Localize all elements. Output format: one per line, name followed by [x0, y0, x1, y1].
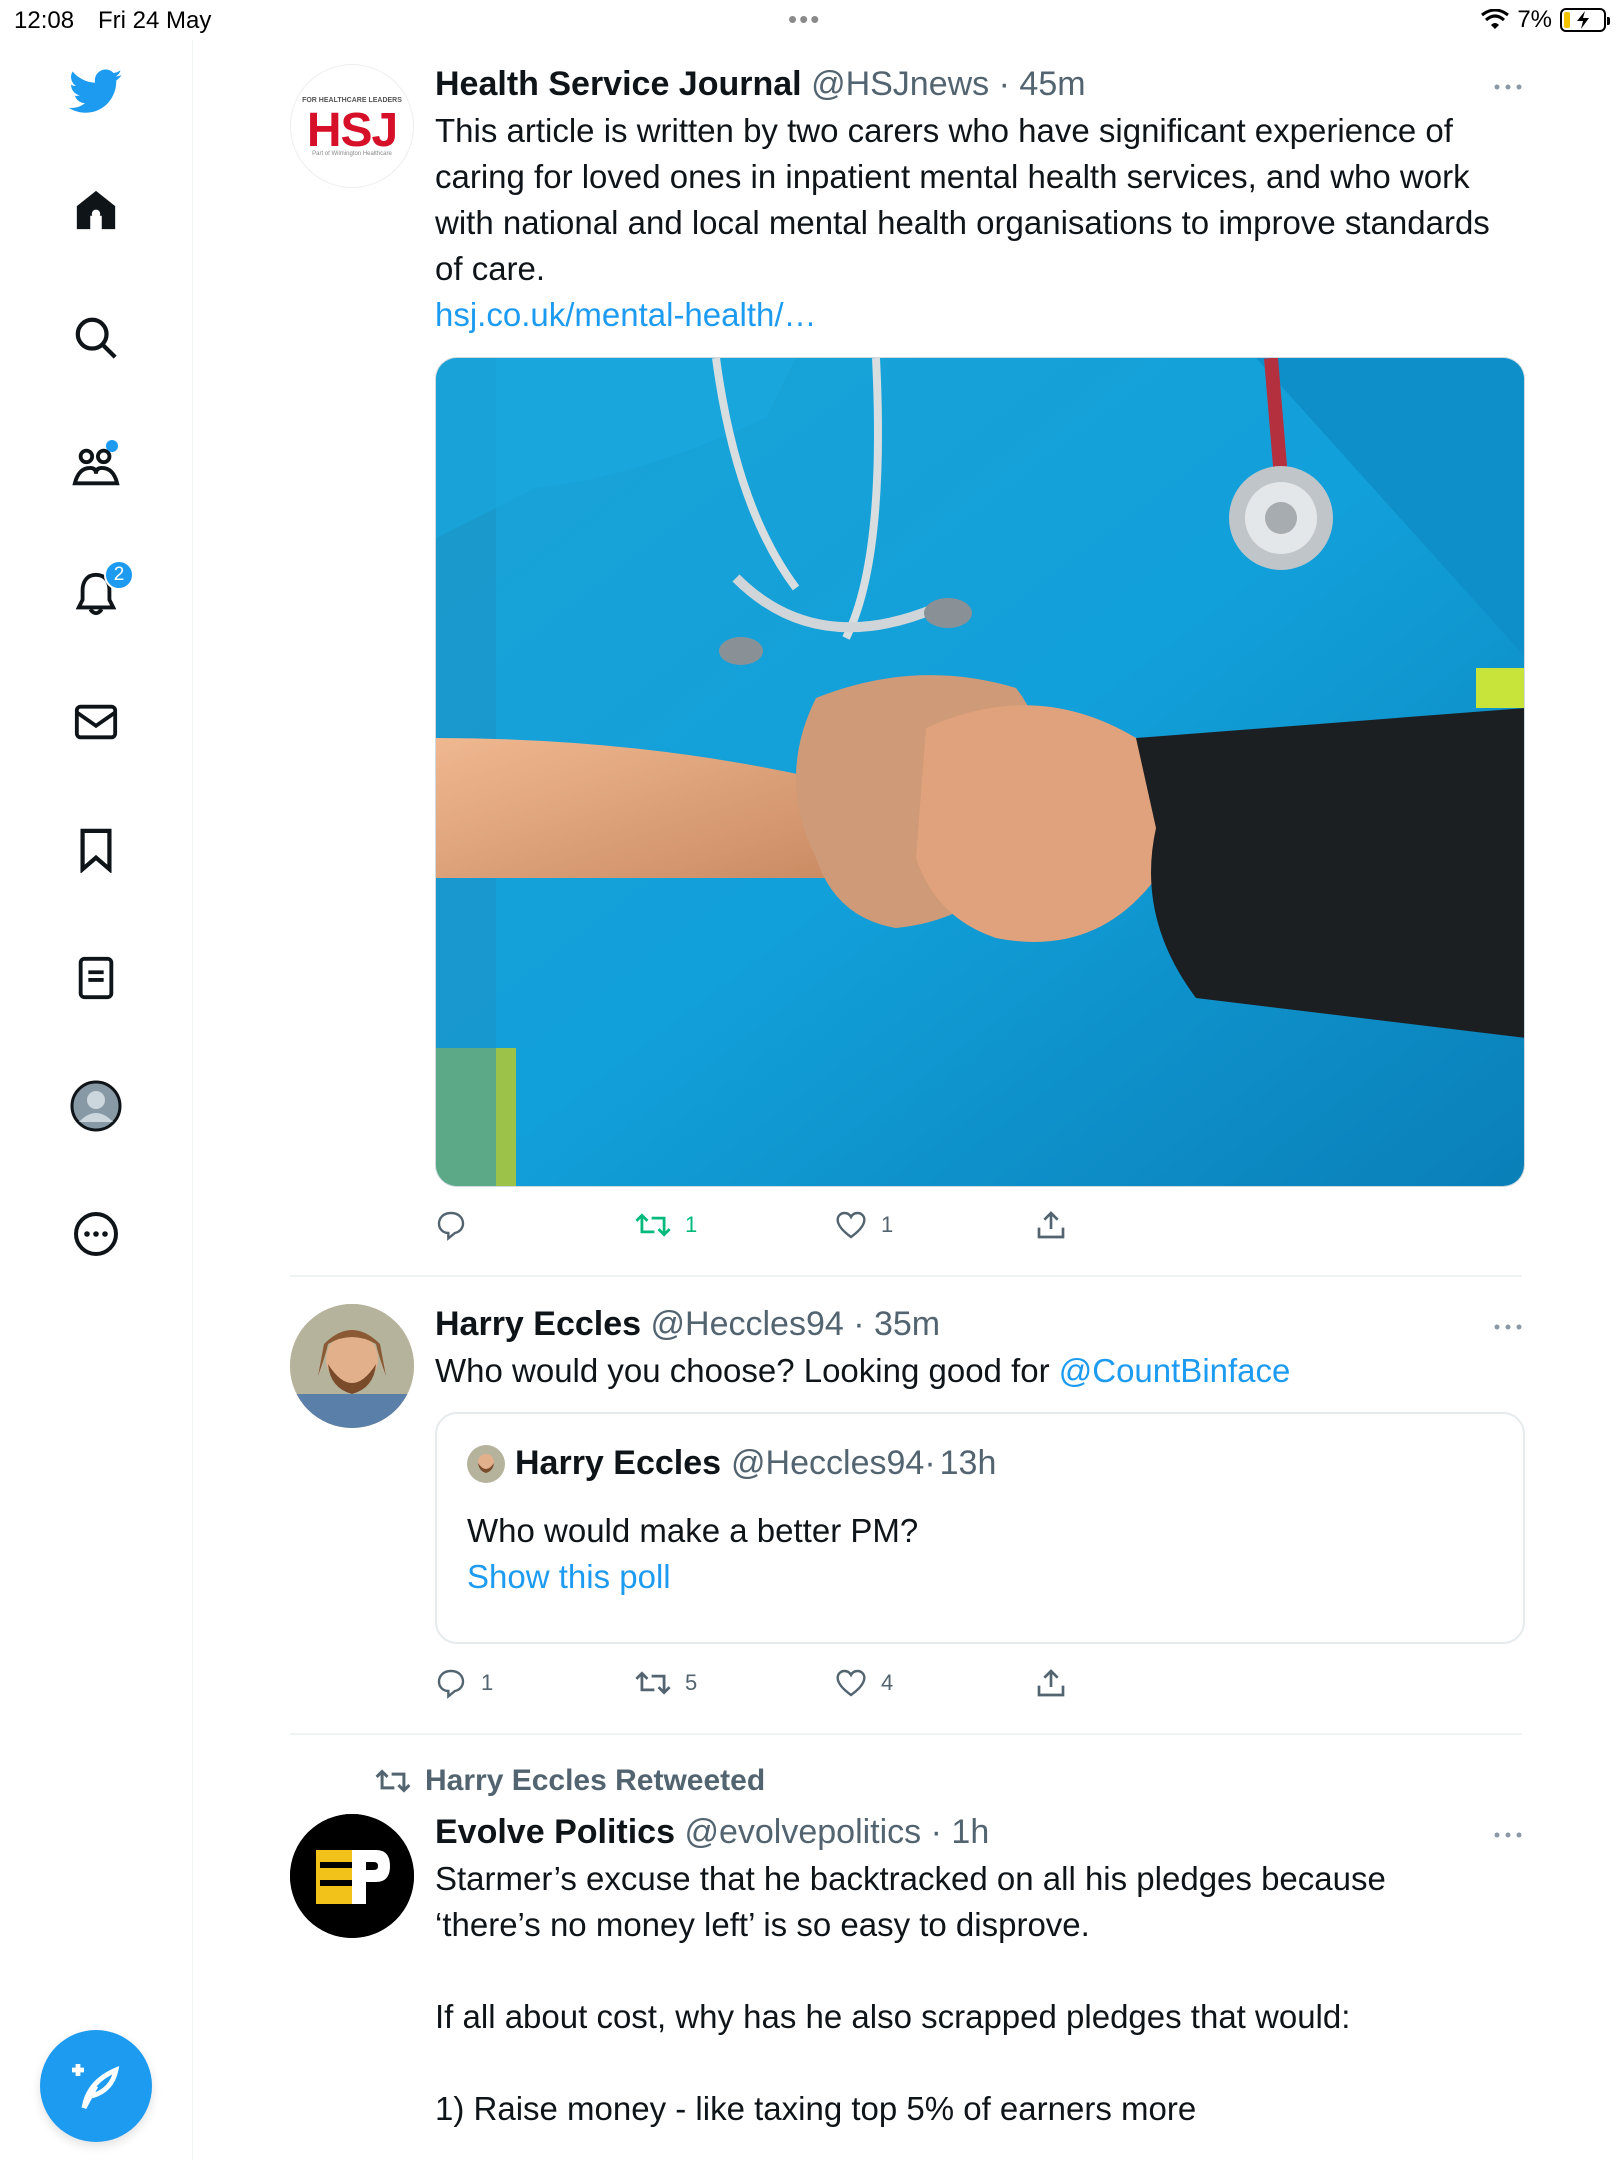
messages-envelope-icon[interactable]: [64, 690, 128, 754]
share-button[interactable]: [1035, 1209, 1235, 1241]
hsj-avatar[interactable]: FOR HEALTHCARE LEADERS HSJ Part of Wilmi…: [290, 64, 414, 188]
status-bar: 12:08 Fri 24 May ••• 7%: [0, 0, 1620, 40]
author-handle[interactable]: @HSJnews: [811, 65, 989, 103]
tweet-text: This article is written by two carers wh…: [435, 112, 1490, 287]
tweet-text: Who would you choose? Looking good for: [435, 1352, 1059, 1389]
search-icon[interactable]: [64, 306, 128, 370]
tweet-hsj[interactable]: FOR HEALTHCARE LEADERS HSJ Part of Wilmi…: [290, 62, 1525, 1257]
retweeted-by-row: Harry Eccles Retweeted: [375, 1764, 765, 1798]
notifications-badge: 2: [104, 560, 134, 590]
tweet-image-caring-hands[interactable]: [435, 357, 1525, 1187]
quoted-author-handle: @Heccles94: [731, 1444, 925, 1482]
sidebar: 2: [0, 40, 193, 2160]
home-icon[interactable]: [64, 178, 128, 242]
tweet-actions: 1 5 4: [435, 1663, 1235, 1703]
retweet-icon: [635, 1213, 671, 1237]
tweet-more-icon[interactable]: [1486, 1820, 1522, 1850]
heart-icon: [836, 1669, 866, 1697]
status-time: 12:08: [14, 7, 75, 34]
status-right: 7%: [1481, 6, 1610, 34]
author-handle[interactable]: @evolvepolitics: [684, 1813, 921, 1851]
tweet-header: Evolve Politics @evolvepolitics · 1h: [435, 1813, 990, 1851]
tweet-more-icon[interactable]: [1486, 1312, 1522, 1342]
like-button[interactable]: 1: [835, 1210, 1035, 1240]
reply-button[interactable]: [435, 1209, 635, 1241]
tweet-link[interactable]: hsj.co.uk/mental-health/…: [435, 292, 1522, 338]
share-icon: [1037, 1211, 1065, 1239]
compose-tweet-button[interactable]: [40, 2030, 152, 2142]
like-count: 4: [881, 1670, 894, 1695]
notifications-bell-icon[interactable]: 2: [64, 560, 134, 626]
tweet-divider: [290, 1733, 1522, 1735]
evolve-politics-avatar[interactable]: [290, 1814, 414, 1938]
tweet-paragraph-1: Starmer’s excuse that he backtracked on …: [435, 1860, 1386, 1943]
tweet-divider: [290, 1275, 1522, 1277]
hsj-logo-sub: Part of Wilmington Healthcare: [312, 151, 392, 157]
quoted-time: 13h: [939, 1444, 997, 1482]
tweet-text-container: Who would you choose? Looking good for @…: [435, 1348, 1522, 1394]
harry-eccles-avatar[interactable]: [290, 1304, 414, 1428]
tweet-time[interactable]: 45m: [1019, 65, 1085, 103]
show-poll-link[interactable]: Show this poll: [467, 1554, 671, 1600]
reply-count: 1: [481, 1670, 494, 1695]
communities-icon[interactable]: [64, 434, 128, 498]
quoted-author-name: Harry Eccles: [515, 1444, 722, 1482]
tweet-harry-eccles[interactable]: Harry Eccles @Heccles94 · 35m Who would …: [290, 1302, 1525, 1722]
tweet-time[interactable]: 1h: [951, 1813, 989, 1851]
retweet-button[interactable]: 5: [635, 1667, 835, 1699]
retweet-indicator-icon: [375, 1769, 411, 1793]
new-content-dot: [106, 440, 118, 452]
quoted-header: Harry Eccles @Heccles94 · 13h: [467, 1444, 996, 1483]
bookmarks-icon[interactable]: [64, 818, 128, 882]
heart-icon: [836, 1211, 866, 1239]
tweet-header: Health Service Journal @HSJnews · 45m: [435, 65, 1086, 103]
share-button[interactable]: [1035, 1667, 1235, 1699]
author-name[interactable]: Evolve Politics: [435, 1813, 675, 1851]
tweet-evolve-politics[interactable]: Harry Eccles Retweeted Evolve Politics @…: [290, 1760, 1522, 2160]
tweet-actions: 1 1: [435, 1205, 1235, 1245]
author-name[interactable]: Harry Eccles: [435, 1305, 641, 1343]
mention-link[interactable]: @CountBinface: [1059, 1352, 1291, 1389]
like-count: 1: [881, 1212, 894, 1237]
retweet-count: 1: [685, 1212, 698, 1237]
compose-feather-icon: [72, 2064, 120, 2110]
share-icon: [1037, 1669, 1065, 1697]
author-handle[interactable]: @Heccles94: [651, 1305, 844, 1343]
more-options-icon[interactable]: [64, 1202, 128, 1266]
battery-icon: [1560, 8, 1610, 32]
quoted-avatar: [467, 1444, 505, 1483]
battery-percent: 7%: [1517, 6, 1552, 33]
tweet-more-icon[interactable]: [1486, 72, 1522, 102]
tweet-paragraph-3: 1) Raise money - like taxing top 5% of e…: [435, 2090, 1197, 2127]
retweet-button[interactable]: 1: [635, 1209, 835, 1241]
retweet-icon: [635, 1671, 671, 1695]
hsj-logo: HSJ: [306, 104, 398, 157]
reply-button[interactable]: 1: [435, 1667, 635, 1699]
profile-avatar-icon[interactable]: [64, 1074, 128, 1138]
tweet-time[interactable]: 35m: [874, 1305, 940, 1343]
status-date: Fri 24 May: [98, 7, 212, 34]
reply-icon: [437, 1211, 465, 1241]
author-name[interactable]: Health Service Journal: [435, 65, 802, 103]
retweet-count: 5: [685, 1670, 698, 1695]
tweet-header: Harry Eccles @Heccles94 · 35m: [435, 1305, 941, 1343]
tweet-paragraph-2: If all about cost, why has he also scrap…: [435, 1998, 1351, 2035]
reply-icon: [437, 1669, 465, 1699]
quoted-text: Who would make a better PM?: [467, 1512, 919, 1549]
twitter-logo-icon[interactable]: [64, 60, 128, 124]
wifi-icon: [1481, 9, 1510, 29]
multitasking-dots-icon[interactable]: •••: [788, 4, 821, 35]
like-button[interactable]: 4: [835, 1668, 1035, 1698]
retweeted-by-text[interactable]: Harry Eccles Retweeted: [425, 1764, 765, 1798]
quoted-tweet[interactable]: Harry Eccles @Heccles94 · 13h Who would ma…: [435, 1412, 1525, 1644]
lists-icon[interactable]: [64, 946, 128, 1010]
